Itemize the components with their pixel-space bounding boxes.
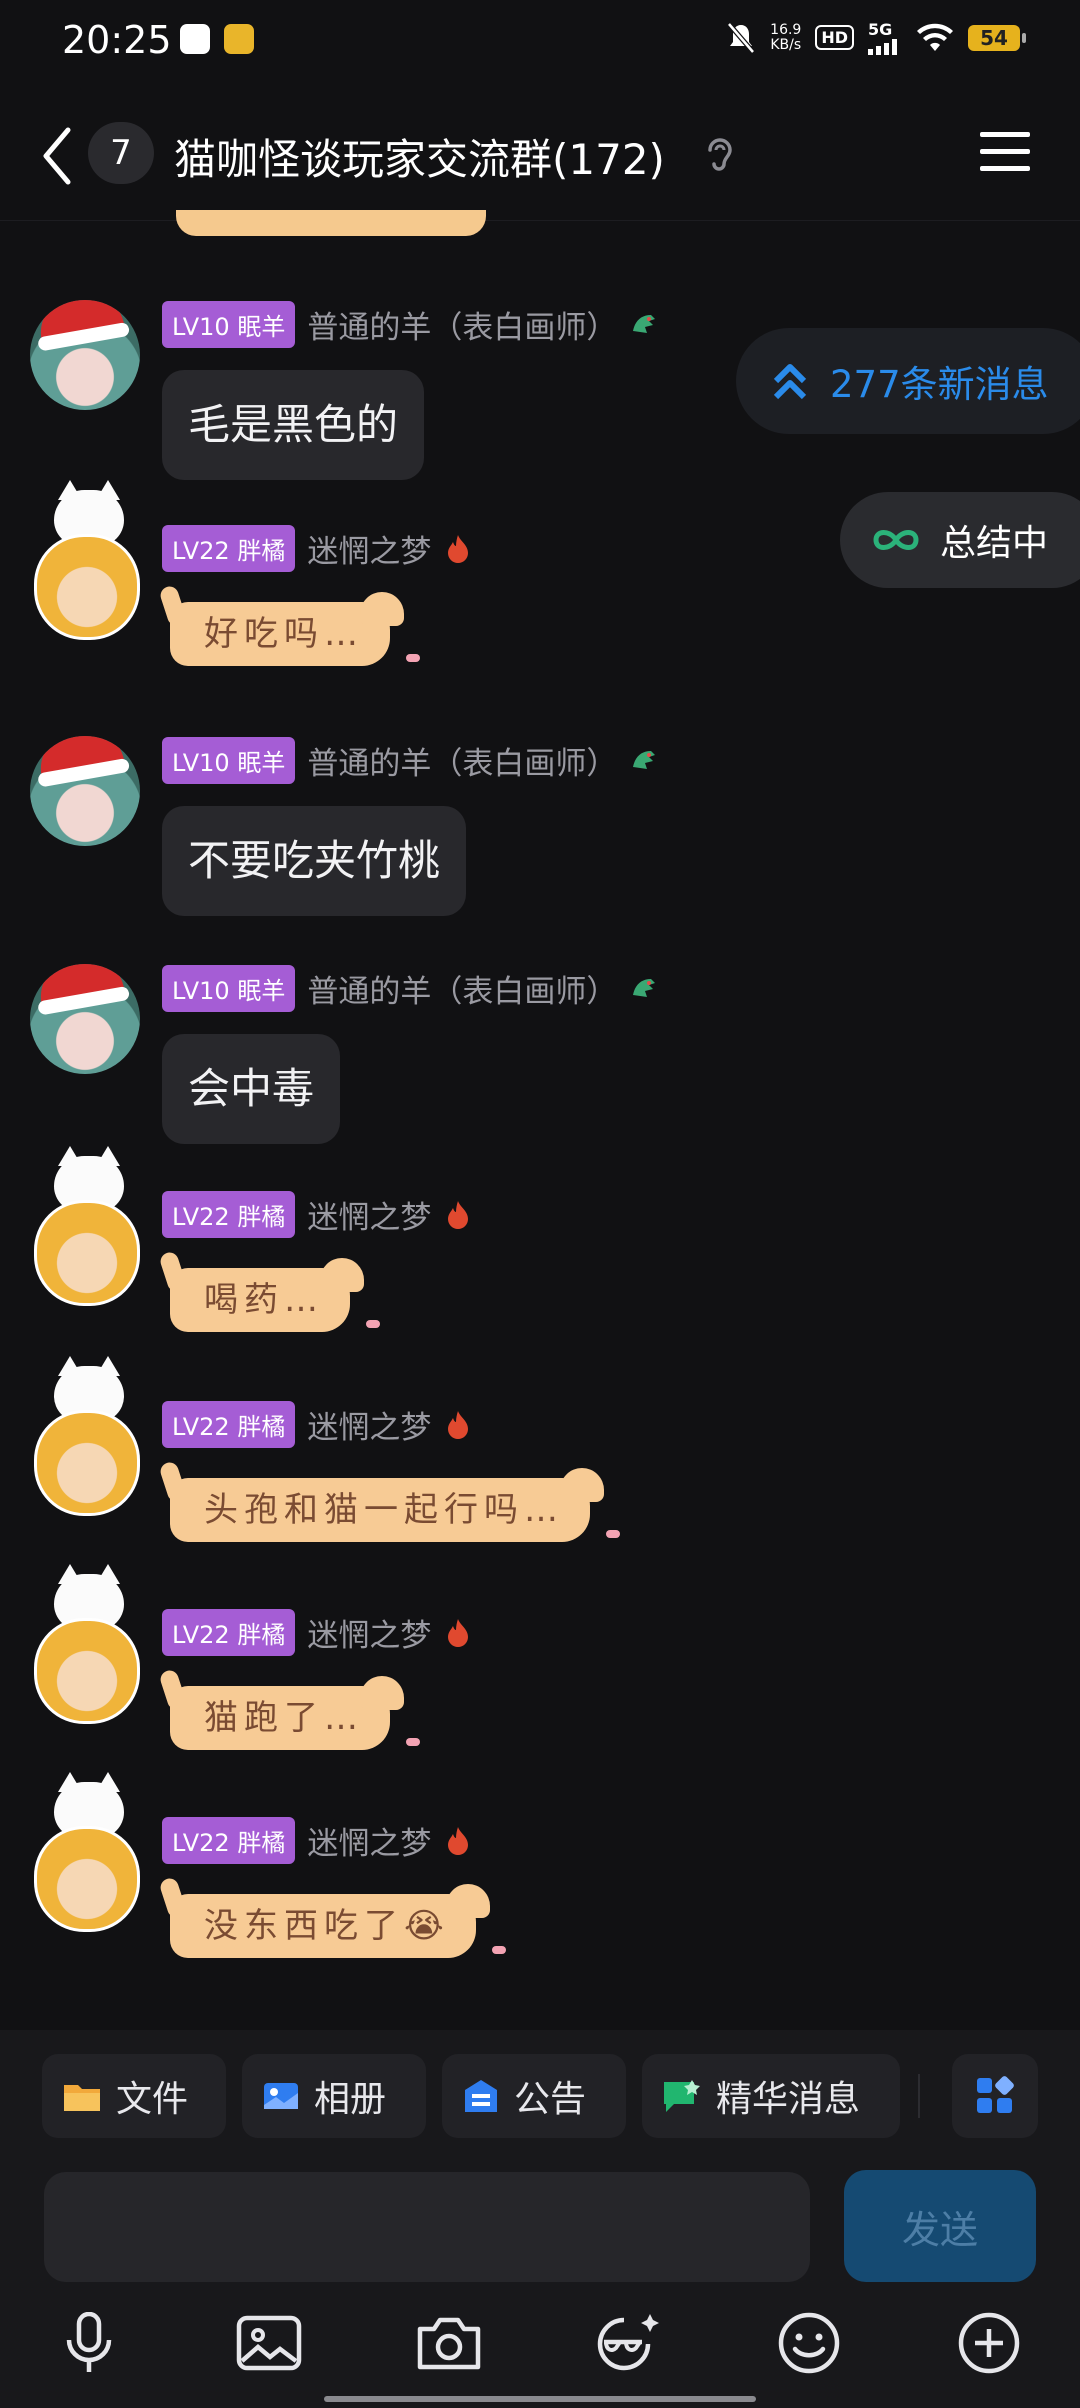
- level-badge: LV10 眠羊: [162, 736, 296, 784]
- sticker-message[interactable]: 头孢和猫一起行吗…: [170, 1468, 620, 1542]
- infinity-icon: [873, 530, 919, 550]
- level-badge: LV22 胖橘: [162, 1608, 296, 1656]
- sender-name[interactable]: 迷惘之梦: [307, 1818, 431, 1863]
- camera-icon[interactable]: [414, 2308, 484, 2378]
- level-badge: LV22 胖橘: [162, 1400, 296, 1448]
- chip-album[interactable]: 相册: [242, 2054, 426, 2138]
- image-icon[interactable]: [234, 2308, 304, 2378]
- shortcut-bar: 文件 相册 公告 精华消息: [0, 2030, 1080, 2170]
- level-badge: LV22 胖橘: [162, 524, 296, 572]
- chip-announcement[interactable]: 公告: [442, 2054, 626, 2138]
- hd-badge: HD: [815, 25, 854, 50]
- flame-icon: [448, 1827, 469, 1855]
- menu-icon[interactable]: [980, 130, 1030, 172]
- sender-name[interactable]: 普通的羊（表白画师）: [307, 302, 617, 347]
- avatar[interactable]: [30, 964, 140, 1074]
- composer: 发送: [0, 2170, 1080, 2294]
- microphone-icon[interactable]: [54, 2308, 124, 2378]
- announcement-icon: [465, 2080, 497, 2112]
- wifi-icon: [917, 23, 953, 51]
- signal-bars-icon: [868, 39, 897, 55]
- input-toolbar: [0, 2294, 1080, 2408]
- sender-name[interactable]: 普通的羊（表白画师）: [307, 966, 617, 1011]
- avatar[interactable]: [30, 300, 140, 410]
- chip-divider: [918, 2074, 920, 2118]
- avatar[interactable]: [24, 480, 154, 640]
- dragon-emblem-icon: [633, 979, 656, 997]
- more-apps-button[interactable]: [952, 2054, 1038, 2138]
- mute-bell-icon: [727, 21, 756, 54]
- new-messages-button[interactable]: 277条新消息: [736, 328, 1080, 434]
- emoji-icon[interactable]: [774, 2308, 844, 2378]
- sticker-message[interactable]: 好吃吗…: [170, 592, 420, 666]
- apps-grid-icon: [977, 2076, 1014, 2113]
- status-bar: 20:25 16.9 KB/s HD 5G 54: [0, 0, 1080, 84]
- status-time: 20:25: [62, 18, 172, 62]
- net-speed: 16.9 KB/s: [770, 21, 802, 53]
- back-arrow-icon[interactable]: [40, 126, 74, 186]
- sender-row: LV10 眠羊 普通的羊（表白画师）: [162, 300, 659, 348]
- sender-name[interactable]: 迷惘之梦: [307, 1192, 431, 1237]
- flame-icon: [448, 1411, 469, 1439]
- folder-icon: [64, 2085, 100, 2111]
- sender-name[interactable]: 迷惘之梦: [307, 526, 431, 571]
- unread-count-badge[interactable]: 7: [88, 122, 154, 184]
- flame-icon: [448, 1201, 469, 1229]
- sender-row: LV22 胖橘 迷惘之梦: [162, 524, 473, 572]
- status-indicators: 16.9 KB/s HD 5G 54: [726, 20, 1026, 55]
- level-badge: LV22 胖橘: [162, 1190, 296, 1238]
- send-button[interactable]: 发送: [844, 2170, 1036, 2282]
- mail-notification-icon: [180, 24, 210, 54]
- level-badge: LV10 眠羊: [162, 964, 296, 1012]
- flame-icon: [448, 1619, 469, 1647]
- avatar[interactable]: [24, 1772, 154, 1932]
- chat-header: 7 猫咖怪谈玩家交流群(172): [0, 84, 1080, 221]
- app-notification-icon: [224, 24, 254, 54]
- sender-row: LV10 眠羊 普通的羊（表白画师）: [162, 736, 659, 784]
- dragon-emblem-icon: [633, 751, 656, 769]
- plus-icon[interactable]: [954, 2308, 1024, 2378]
- sender-row: LV22 胖橘 迷惘之梦: [162, 1190, 473, 1238]
- group-title[interactable]: 猫咖怪谈玩家交流群(172): [174, 126, 665, 187]
- double-chevron-up-icon: [773, 364, 807, 400]
- sender-row: LV10 眠羊 普通的羊（表白画师）: [162, 964, 659, 1012]
- avatar[interactable]: [24, 1564, 154, 1724]
- message-input[interactable]: [44, 2172, 810, 2282]
- flame-icon: [448, 535, 469, 563]
- highlight-message-icon: [664, 2080, 700, 2112]
- sender-name[interactable]: 迷惘之梦: [307, 1402, 431, 1447]
- summarize-button[interactable]: 总结中: [840, 492, 1080, 588]
- avatar[interactable]: [24, 1356, 154, 1516]
- sticker-message[interactable]: 猫跑了…: [170, 1676, 420, 1750]
- new-messages-label: 277条新消息: [830, 363, 1049, 406]
- sticker-message[interactable]: 没东西吃了😭: [170, 1884, 506, 1958]
- sender-name[interactable]: 迷惘之梦: [307, 1610, 431, 1655]
- sender-row: LV22 胖橘 迷惘之梦: [162, 1816, 473, 1864]
- dragon-emblem-icon: [633, 315, 656, 333]
- level-badge: LV22 胖橘: [162, 1816, 296, 1864]
- sender-row: LV22 胖橘 迷惘之梦: [162, 1400, 473, 1448]
- sender-name[interactable]: 普通的羊（表白画师）: [307, 738, 617, 783]
- level-badge: LV10 眠羊: [162, 300, 296, 348]
- magic-glasses-icon[interactable]: [592, 2308, 662, 2378]
- message-bubble[interactable]: 会中毒: [162, 1034, 341, 1144]
- avatar[interactable]: [24, 1146, 154, 1306]
- battery-indicator: 54: [968, 24, 1026, 51]
- sender-row: LV22 胖橘 迷惘之梦: [162, 1608, 473, 1656]
- home-indicator[interactable]: [324, 2396, 756, 2402]
- signal-indicator: 5G: [868, 20, 902, 55]
- avatar[interactable]: [30, 736, 140, 846]
- sticker-message[interactable]: 喝药…: [170, 1258, 380, 1332]
- chip-highlights[interactable]: 精华消息: [642, 2054, 900, 2138]
- chip-files[interactable]: 文件: [42, 2054, 226, 2138]
- album-icon: [264, 2083, 298, 2109]
- message-bubble[interactable]: 不要吃夹竹桃: [162, 806, 467, 916]
- summarize-label: 总结中: [940, 523, 1049, 564]
- ear-icon[interactable]: [702, 134, 736, 176]
- partial-sticker-message[interactable]: [176, 210, 486, 236]
- message-bubble[interactable]: 毛是黑色的: [162, 370, 425, 480]
